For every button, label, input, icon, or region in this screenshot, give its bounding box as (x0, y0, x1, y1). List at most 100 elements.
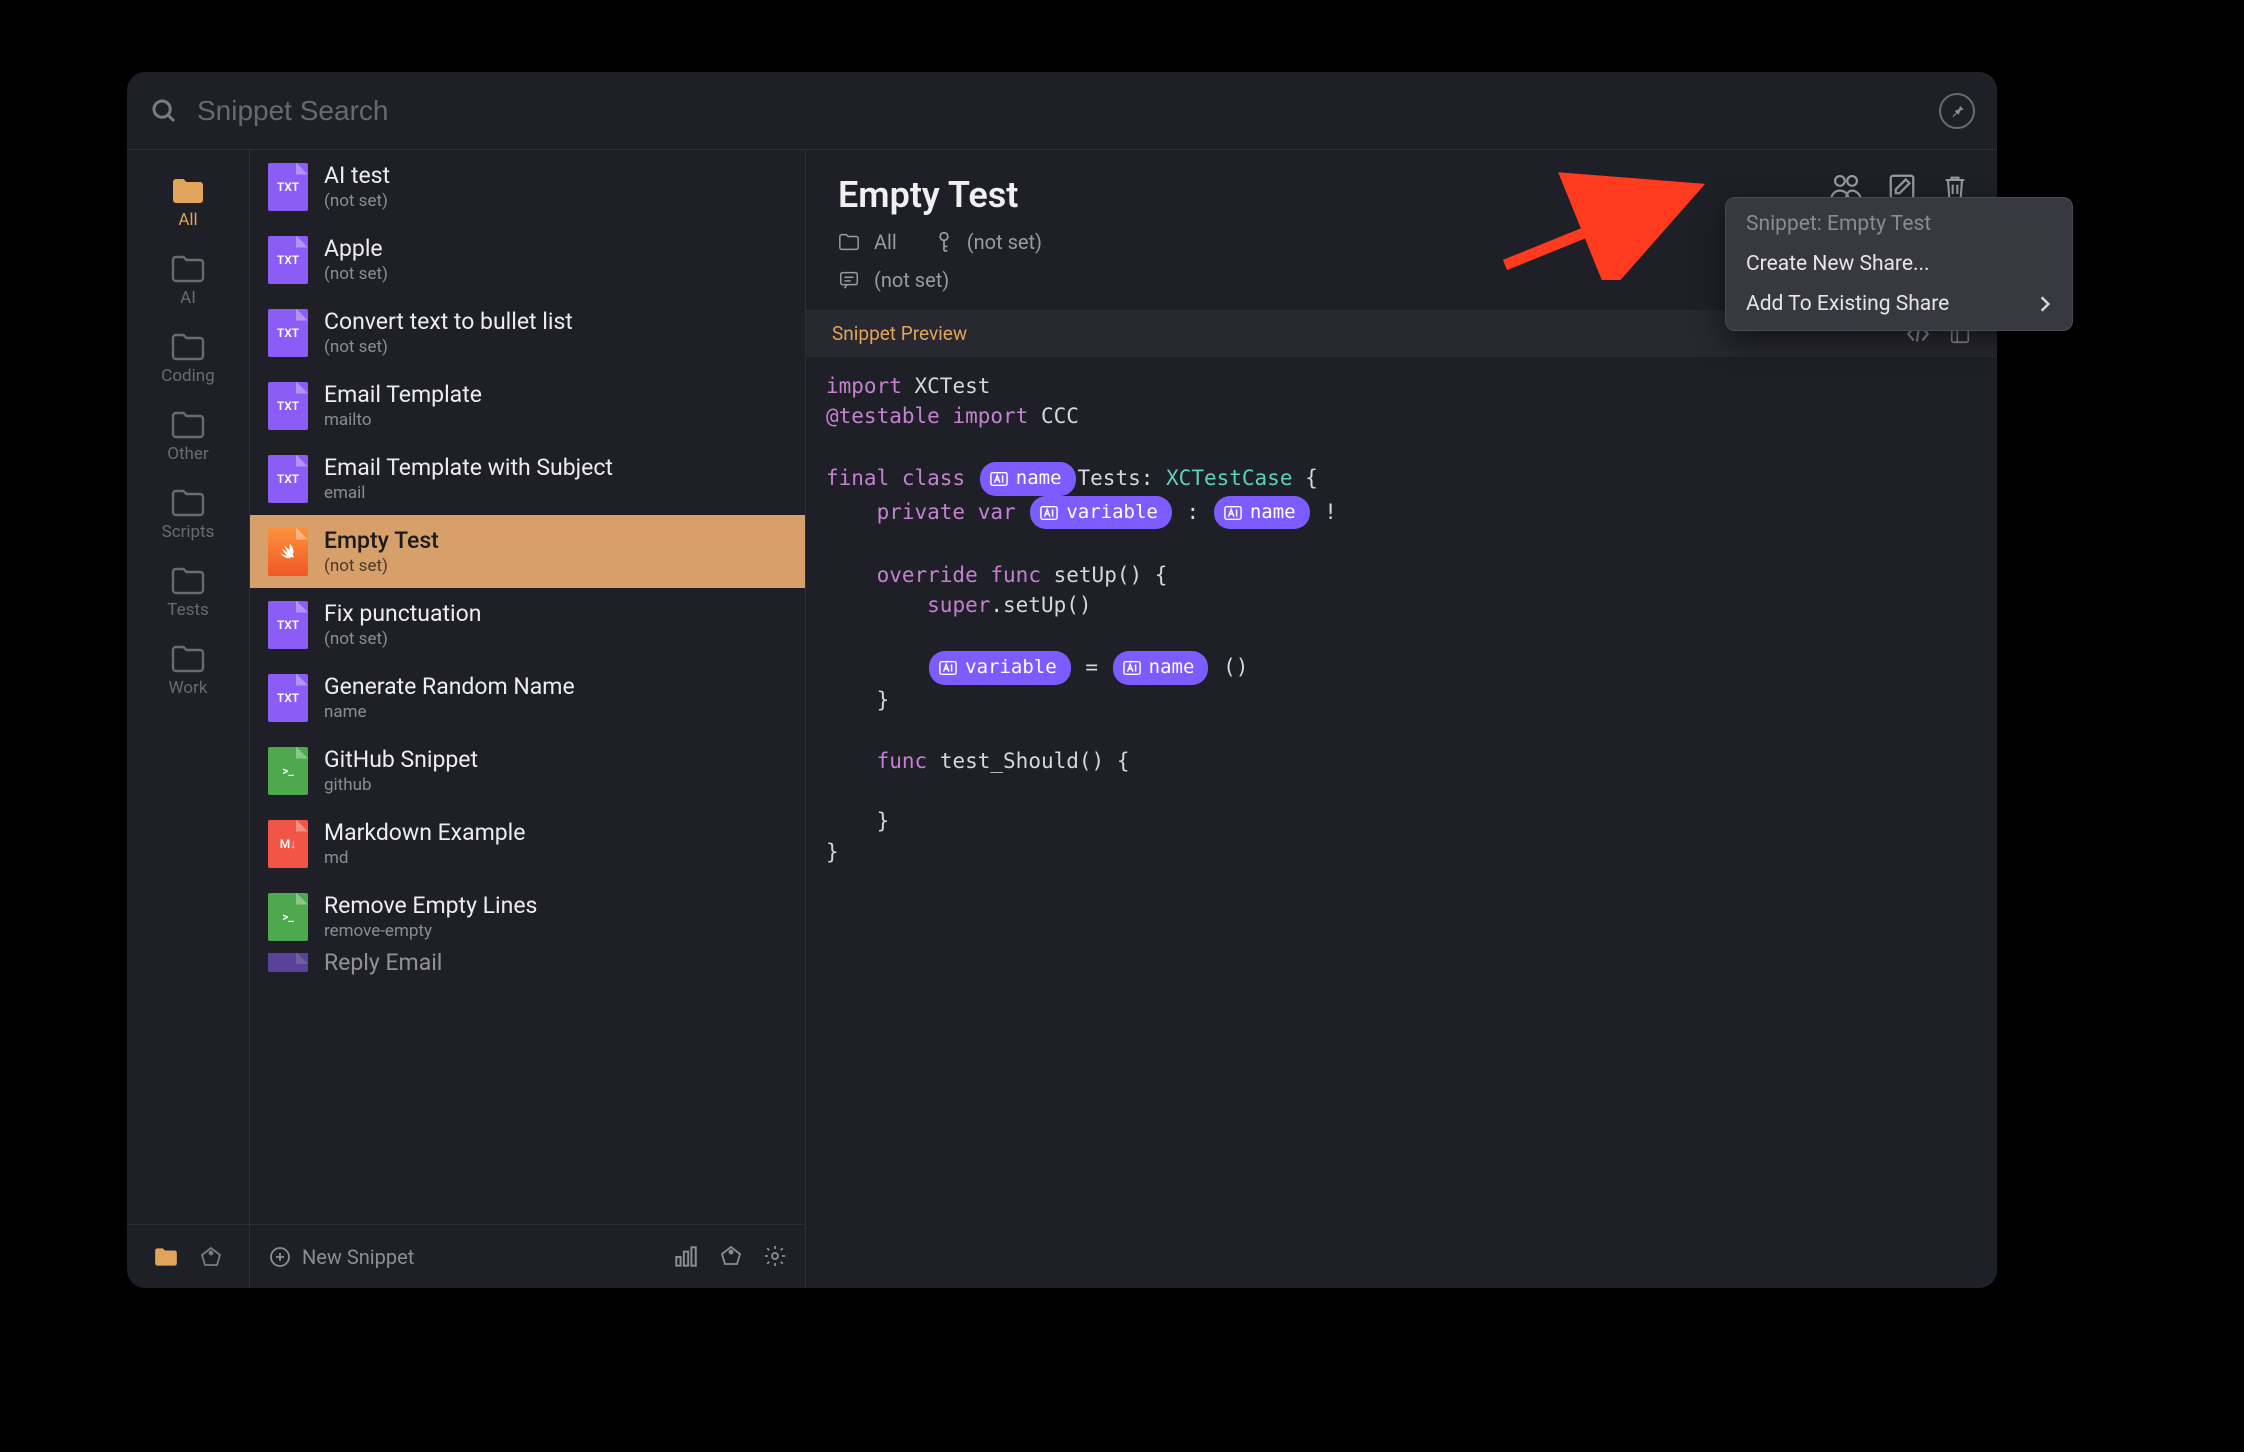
stats-icon[interactable] (673, 1244, 699, 1270)
plus-circle-icon (268, 1245, 292, 1269)
folder-icon (170, 176, 206, 206)
folder-icon (170, 410, 206, 440)
code-token: import (826, 374, 902, 398)
placeholder-chip[interactable]: variable (929, 651, 1071, 685)
code-token: setUp() (1054, 563, 1143, 587)
snippet-subtitle: md (324, 848, 525, 868)
snippet-item[interactable]: TXT Email Template mailto (250, 369, 805, 442)
snippet-subtitle: (not set) (324, 191, 390, 211)
tag-icon[interactable] (719, 1244, 743, 1268)
snippet-item[interactable]: TXT Email Template with Subject email (250, 442, 805, 515)
snippet-item[interactable]: TXT AI test (not set) (250, 150, 805, 223)
code-token: = (1085, 655, 1098, 679)
snippet-item[interactable]: TXT Fix punctuation (not set) (250, 588, 805, 661)
key-icon (935, 231, 953, 253)
search-icon (149, 96, 179, 126)
folder-label: All (178, 210, 197, 230)
file-txt-icon: TXT (268, 236, 308, 284)
add-folder-icon[interactable] (153, 1246, 179, 1268)
snippet-item[interactable]: >_ GitHub Snippet github (250, 734, 805, 807)
code-preview[interactable]: import XCTest @testable import CCC final… (806, 357, 1997, 1288)
snippet-subtitle: email (324, 483, 613, 503)
folder-item-other[interactable]: Other (127, 400, 249, 470)
folder-sidebar: All AI Coding Other Scripts Tests (127, 150, 250, 1288)
folder-label: Coding (161, 366, 214, 386)
pin-button[interactable] (1939, 93, 1975, 129)
placeholder-chip[interactable]: variable (1030, 496, 1172, 530)
snippet-title: Remove Empty Lines (324, 892, 537, 919)
snippet-title: Apple (324, 235, 388, 262)
code-token: Tests: (1078, 466, 1154, 490)
snippet-item[interactable]: M↓ Markdown Example md (250, 807, 805, 880)
folder-item-tests[interactable]: Tests (127, 556, 249, 626)
code-token: { (1155, 563, 1168, 587)
folder-icon (170, 254, 206, 284)
folder-icon (170, 488, 206, 518)
snippet-list-footer: New Snippet (250, 1224, 805, 1288)
code-token: func (877, 749, 928, 773)
snippet-item[interactable]: >_ Remove Empty Lines remove-empty (250, 880, 805, 953)
main-area: All AI Coding Other Scripts Tests (127, 150, 1997, 1288)
file-txt-icon: TXT (268, 601, 308, 649)
snippet-item[interactable]: TXT Convert text to bullet list (not set… (250, 296, 805, 369)
folders-footer (127, 1224, 249, 1288)
placeholder-chip[interactable]: name (1113, 651, 1209, 685)
code-token: : (1187, 500, 1200, 524)
snippet-subtitle: github (324, 775, 478, 795)
code-token: () (1223, 655, 1248, 679)
menu-add-existing-share[interactable]: Add To Existing Share (1726, 284, 2072, 324)
folder-icon (838, 232, 860, 252)
snippet-item[interactable]: TXT Apple (not set) (250, 223, 805, 296)
code-token: @testable (826, 404, 940, 428)
snippet-subtitle: (not set) (324, 264, 388, 284)
file-txt-icon: TXT (268, 455, 308, 503)
snippet-subtitle: remove-empty (324, 921, 537, 941)
folder-item-coding[interactable]: Coding (127, 322, 249, 392)
folder-label: Work (169, 678, 208, 698)
search-input[interactable] (197, 95, 1921, 127)
folder-item-all[interactable]: All (127, 166, 249, 236)
tag-icon[interactable] (199, 1245, 223, 1269)
comment-icon (838, 269, 860, 291)
snippet-list[interactable]: TXT AI test (not set) TXT Apple (not set… (250, 150, 805, 1224)
snippet-title: AI test (324, 162, 390, 189)
file-txt-icon: TXT (268, 163, 308, 211)
gear-icon[interactable] (763, 1244, 787, 1268)
folder-label: Other (167, 444, 208, 464)
snippet-title: Email Template with Subject (324, 454, 613, 481)
snippet-subtitle: (not set) (324, 337, 573, 357)
snippet-subtitle: name (324, 702, 575, 722)
detail-folder-label: All (874, 230, 897, 254)
folder-item-work[interactable]: Work (127, 634, 249, 704)
snippet-title: Reply Email (324, 953, 442, 976)
pin-icon (1948, 102, 1966, 120)
snippet-item[interactable]: Reply Email (250, 953, 805, 979)
placeholder-chip[interactable]: name (980, 462, 1076, 496)
snippet-item[interactable]: TXT Generate Random Name name (250, 661, 805, 734)
code-token: } (877, 809, 890, 833)
code-token: var (978, 500, 1016, 524)
file-txt-icon: TXT (268, 309, 308, 357)
code-token: private (877, 500, 966, 524)
snippet-title: Generate Random Name (324, 673, 575, 700)
new-snippet-button[interactable]: New Snippet (268, 1245, 414, 1269)
folder-label: AI (180, 288, 196, 308)
folder-item-ai[interactable]: AI (127, 244, 249, 314)
code-token: class (902, 466, 965, 490)
placeholder-chip[interactable]: name (1214, 496, 1310, 530)
snippet-title: Fix punctuation (324, 600, 481, 627)
new-snippet-label: New Snippet (302, 1245, 414, 1269)
file-swift-icon (268, 528, 308, 576)
code-token: func (990, 563, 1041, 587)
code-token: } (826, 840, 839, 864)
menu-header: Snippet: Empty Test (1726, 204, 2072, 244)
folder-item-scripts[interactable]: Scripts (127, 478, 249, 548)
share-context-menu: Snippet: Empty Test Create New Share... … (1725, 197, 2073, 331)
menu-create-share[interactable]: Create New Share... (1726, 244, 2072, 284)
detail-keyword: (not set) (967, 230, 1042, 254)
snippet-title: Empty Test (324, 527, 439, 554)
code-token: import (952, 404, 1028, 428)
snippet-item-selected[interactable]: Empty Test (not set) (250, 515, 805, 588)
code-token: } (877, 688, 890, 712)
file-sh-icon: >_ (268, 893, 308, 941)
